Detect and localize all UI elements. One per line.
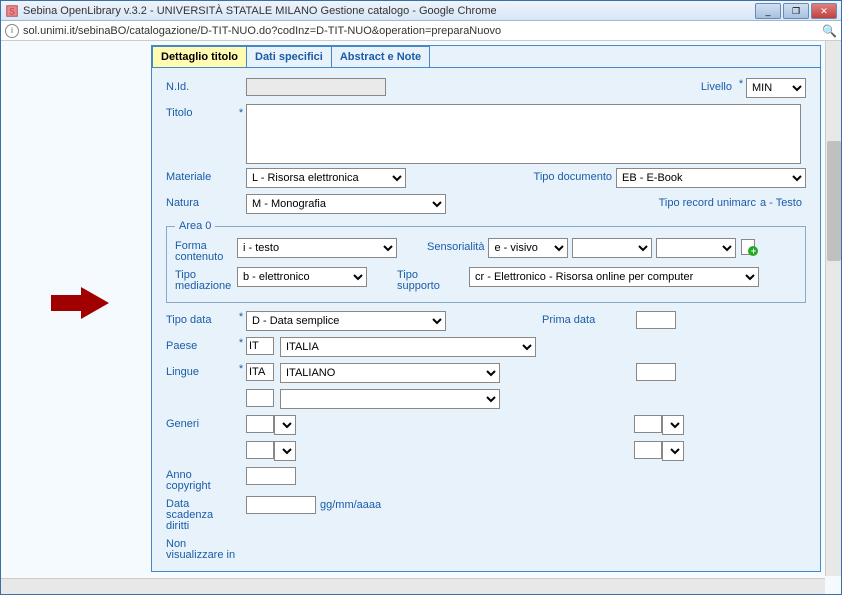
- horizontal-scrollbar[interactable]: [1, 578, 825, 594]
- area0-fieldset: Area 0 Forma contenuto i - testo Sensori…: [166, 220, 806, 303]
- sensorialita-select-3[interactable]: [656, 238, 736, 258]
- titolo-textarea[interactable]: [246, 104, 801, 164]
- callout-arrow: [81, 287, 109, 319]
- sensorialita-label: Sensorialità: [427, 238, 484, 253]
- forma-contenuto-label: Forma contenuto: [175, 238, 237, 263]
- paese-select[interactable]: ITALIA: [280, 337, 536, 357]
- content-area: Dettaglio titolo Dati specifici Abstract…: [1, 41, 841, 594]
- svg-text:S: S: [9, 6, 15, 16]
- app-icon: S: [5, 4, 19, 18]
- natura-label: Natura: [166, 194, 236, 209]
- prima-data-input[interactable]: [636, 311, 676, 329]
- nid-input: [246, 78, 386, 96]
- lingue-label: Lingue: [166, 363, 236, 378]
- vertical-scrollbar[interactable]: [825, 41, 841, 576]
- scadenza-label: Data scadenza diritti: [166, 496, 236, 532]
- paese-code-input[interactable]: [246, 337, 274, 355]
- tipo-documento-label: Tipo documento: [534, 168, 612, 183]
- address-bar: i sol.unimi.it/sebinaBO/catalogazione/D-…: [1, 21, 841, 41]
- natura-select[interactable]: M - Monografia: [246, 194, 446, 214]
- sensorialita-select-2[interactable]: [572, 238, 652, 258]
- non-vis-label: Non visualizzare in: [166, 536, 236, 561]
- nid-label: N.Id.: [166, 78, 236, 93]
- add-icon[interactable]: [740, 238, 756, 254]
- anno-copyright-label: Anno copyright: [166, 467, 236, 492]
- paese-label: Paese: [166, 337, 236, 352]
- lingue-select-2[interactable]: [280, 389, 500, 409]
- window-title: Sebina OpenLibrary v.3.2 - UNIVERSITÀ ST…: [23, 5, 755, 17]
- tipo-record-label: Tipo record unimarc: [659, 194, 756, 209]
- window-titlebar: S Sebina OpenLibrary v.3.2 - UNIVERSITÀ …: [1, 1, 841, 21]
- generi-input-1[interactable]: [246, 415, 274, 433]
- info-icon[interactable]: i: [5, 24, 19, 38]
- tipo-documento-select[interactable]: EB - E-Book: [616, 168, 806, 188]
- vertical-scrollbar-thumb[interactable]: [827, 141, 841, 261]
- tipo-mediazione-label: Tipo mediazione: [175, 267, 237, 292]
- generi-select-r1[interactable]: [662, 415, 684, 435]
- anno-copyright-input[interactable]: [246, 467, 296, 485]
- generi-input-r1[interactable]: [634, 415, 662, 433]
- main-panel: Dettaglio titolo Dati specifici Abstract…: [151, 45, 821, 572]
- tipo-data-select[interactable]: D - Data semplice: [246, 311, 446, 331]
- generi-label: Generi: [166, 415, 236, 430]
- tipo-record-value: a - Testo: [760, 194, 802, 209]
- scadenza-input[interactable]: [246, 496, 316, 514]
- materiale-select[interactable]: L - Risorsa elettronica: [246, 168, 406, 188]
- lingue-code-input-2[interactable]: [246, 389, 274, 407]
- tab-strip: Dettaglio titolo Dati specifici Abstract…: [152, 46, 820, 68]
- prima-data-label: Prima data: [542, 311, 632, 326]
- area0-legend: Area 0: [175, 220, 215, 232]
- maximize-button[interactable]: ❐: [783, 3, 809, 19]
- window-controls: _ ❐ ✕: [755, 3, 837, 19]
- generi-input-r2[interactable]: [634, 441, 662, 459]
- tab-dettaglio-titolo[interactable]: Dettaglio titolo: [152, 46, 247, 67]
- sensorialita-select[interactable]: e - visivo: [488, 238, 568, 258]
- generi-select-1[interactable]: [274, 415, 296, 435]
- tipo-supporto-select[interactable]: cr - Elettronico - Risorsa online per co…: [469, 267, 759, 287]
- tipo-mediazione-select[interactable]: b - elettronico: [237, 267, 367, 287]
- forma-contenuto-select[interactable]: i - testo: [237, 238, 397, 258]
- tipo-supporto-label: Tipo supporto: [397, 267, 447, 292]
- generi-input-2[interactable]: [246, 441, 274, 459]
- livello-select[interactable]: MIN: [746, 78, 806, 98]
- search-icon[interactable]: 🔍: [822, 24, 837, 38]
- url-text[interactable]: sol.unimi.it/sebinaBO/catalogazione/D-TI…: [23, 25, 822, 37]
- scadenza-placeholder: gg/mm/aaaa: [320, 496, 381, 511]
- titolo-label: Titolo: [166, 104, 236, 119]
- lingue-select[interactable]: ITALIANO: [280, 363, 500, 383]
- tab-abstract-note[interactable]: Abstract e Note: [331, 46, 430, 67]
- tab-dati-specifici[interactable]: Dati specifici: [246, 46, 332, 67]
- lingue-code-input[interactable]: [246, 363, 274, 381]
- app-window: S Sebina OpenLibrary v.3.2 - UNIVERSITÀ …: [0, 0, 842, 595]
- lingue-extra-input[interactable]: [636, 363, 676, 381]
- tipo-data-label: Tipo data: [166, 311, 236, 326]
- materiale-label: Materiale: [166, 168, 236, 183]
- generi-select-r2[interactable]: [662, 441, 684, 461]
- livello-label: Livello: [701, 78, 732, 93]
- form-body: N.Id. Livello * MIN Titolo * Materiale: [152, 68, 820, 571]
- close-button[interactable]: ✕: [811, 3, 837, 19]
- minimize-button[interactable]: _: [755, 3, 781, 19]
- generi-select-2[interactable]: [274, 441, 296, 461]
